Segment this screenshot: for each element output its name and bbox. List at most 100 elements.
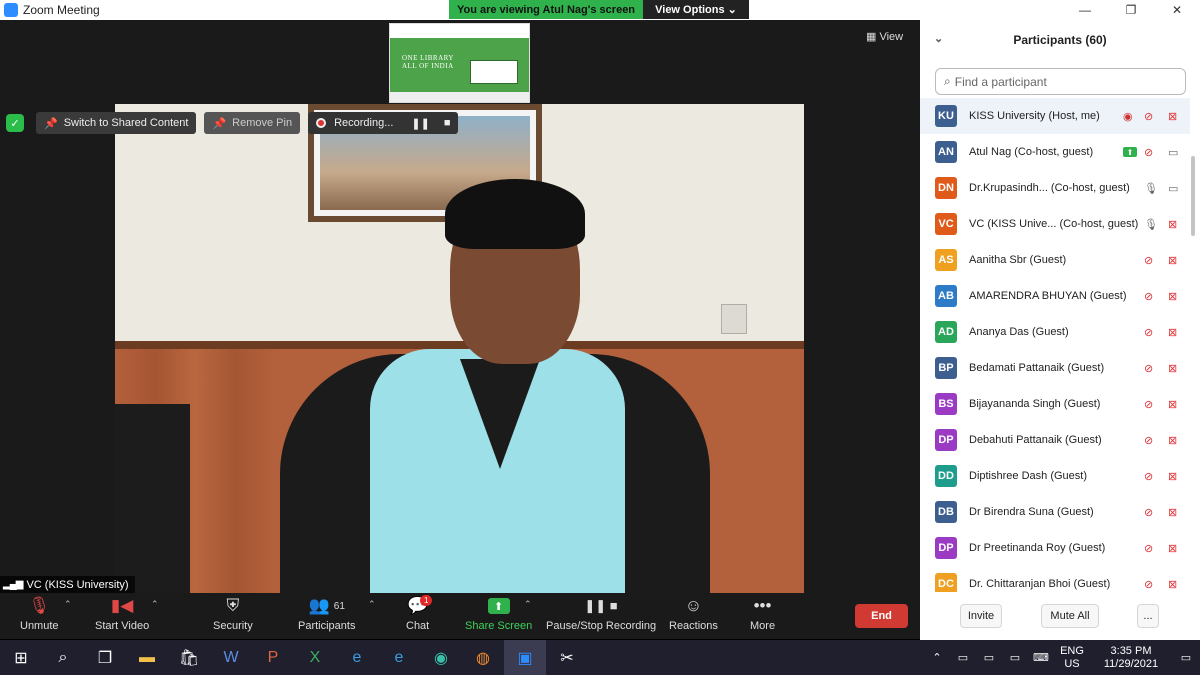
microphone-muted-icon[interactable]: ⊘ [1144,326,1153,339]
microphone-muted-icon[interactable]: ⊘ [1144,362,1153,375]
microphone-muted-icon[interactable]: ⊘ [1144,542,1153,555]
network-device-icon[interactable]: ▭ [950,651,976,664]
internet-explorer-icon[interactable]: e [336,640,378,675]
zoom-taskbar-icon[interactable]: ▣ [504,640,546,675]
word-icon[interactable]: W [210,640,252,675]
participant-row[interactable]: DB Dr Birendra Suna (Guest) ⊘ ⊠ [920,494,1190,530]
input-language[interactable]: ENG US [1054,645,1090,671]
video-off-icon[interactable]: ⊠ [1168,506,1177,519]
show-hidden-icons[interactable]: ⌃ [924,651,950,664]
switch-to-shared-content-label: Switch to Shared Content [63,117,189,129]
keyboard-icon[interactable]: ⌨ [1028,651,1054,664]
microphone-muted-icon[interactable]: ⊘ [1144,290,1153,303]
meeting-stage: ONE LIBRARY ALL OF INDIA ▦ View ✓ 📌 Swit… [0,20,920,593]
video-off-icon[interactable]: ⊠ [1168,434,1177,447]
edge-icon[interactable]: e [378,640,420,675]
participant-row[interactable]: AB AMARENDRA BHUYAN (Guest) ⊘ ⊠ [920,278,1190,314]
participant-row[interactable]: BS Bijayananda Singh (Guest) ⊘ ⊠ [920,386,1190,422]
close-button[interactable]: ✕ [1154,0,1200,20]
video-off-icon[interactable]: ⊠ [1168,470,1177,483]
display-icon[interactable]: ▭ [976,651,1002,664]
remove-pin-button[interactable]: 📌 Remove Pin [204,112,301,134]
reactions-button[interactable]: ☺ Reactions [669,595,718,637]
end-meeting-button[interactable]: End [855,604,908,628]
microphone-muted-icon[interactable]: ⊘ [1144,146,1153,159]
pause-recording-icon[interactable]: ❚❚ [411,117,429,130]
microphone-icon[interactable]: 🎙 [1144,182,1158,195]
participant-name: Dr Preetinanda Roy (Guest) [969,542,1106,554]
microphone-muted-icon[interactable]: ⊘ [1144,110,1153,123]
video-off-icon[interactable]: ⊠ [1168,542,1177,555]
microphone-muted-icon[interactable]: ⊘ [1144,398,1153,411]
video-off-icon[interactable]: ⊠ [1168,110,1177,123]
start-video-button[interactable]: ▮◀ Start Video ⌃ [95,595,159,637]
clock[interactable]: 3:35 PM 11/29/2021 [1090,645,1172,671]
chat-button[interactable]: 💬 1 Chat [406,595,433,637]
participant-row[interactable]: DD Diptishree Dash (Guest) ⊘ ⊠ [920,458,1190,494]
participant-row[interactable]: BP Bedamati Pattanaik (Guest) ⊘ ⊠ [920,350,1190,386]
share-screen-button[interactable]: ⬆ Share Screen ⌃ [465,595,532,637]
participant-row[interactable]: AN Atul Nag (Co-host, guest) ⬆ ⊘ ▭ [920,134,1190,170]
video-off-icon[interactable]: ⊠ [1168,326,1177,339]
unmute-button[interactable]: 🎙 Unmute ⌃ [20,595,72,637]
participants-panel-header: ⌄ Participants (60) [920,20,1200,60]
encryption-shield-icon[interactable]: ✓ [6,114,24,132]
meeting-icon[interactable]: ▭ [1002,651,1028,664]
edge-chromium-icon[interactable]: ◉ [420,640,462,675]
participant-row[interactable]: DP Debahuti Pattanaik (Guest) ⊘ ⊠ [920,422,1190,458]
security-button[interactable]: ⛨ Security [213,595,253,637]
participant-row[interactable]: AS Aanitha Sbr (Guest) ⊘ ⊠ [920,242,1190,278]
microphone-muted-icon[interactable]: ⊘ [1144,506,1153,519]
video-camera-icon[interactable]: ▭ [1168,146,1178,159]
microphone-muted-icon[interactable]: ⊘ [1144,578,1153,591]
participant-row[interactable]: AD Ananya Das (Guest) ⊘ ⊠ [920,314,1190,350]
participant-row[interactable]: VC VC (KISS Unive... (Co-host, guest) 🎙 ⊠ [920,206,1190,242]
snipping-tool-icon[interactable]: ✂ [546,640,588,675]
participant-row[interactable]: KU KISS University (Host, me) ◉ ⊘ ⊠ [920,98,1190,134]
microphone-muted-icon[interactable]: ⊘ [1144,470,1153,483]
excel-icon[interactable]: X [294,640,336,675]
microphone-muted-icon[interactable]: ⊘ [1144,254,1153,267]
participants-options-caret[interactable]: ⌃ [368,599,376,610]
view-options-button[interactable]: View Options ⌄ [643,0,749,19]
video-off-icon[interactable]: ⊠ [1168,218,1177,231]
microphone-icon[interactable]: 🎙 [1144,218,1158,231]
participant-row[interactable]: DN Dr.Krupasindh... (Co-host, guest) 🎙 ▭ [920,170,1190,206]
task-view-icon[interactable]: ❐ [84,640,126,675]
minimize-button[interactable]: — [1062,0,1108,20]
participant-list-scrollbar[interactable] [1190,98,1196,592]
chevron-down-icon[interactable]: ⌄ [934,32,943,45]
more-button[interactable]: ••• More [750,595,775,637]
microphone-muted-icon[interactable]: ⊘ [1144,434,1153,447]
switch-to-shared-content-button[interactable]: 📌 Switch to Shared Content [36,112,197,134]
notification-center-icon[interactable]: ▭ [1172,651,1200,664]
participants-count: 61 [333,600,345,612]
maximize-button[interactable]: ❐ [1108,0,1154,20]
video-options-caret[interactable]: ⌃ [151,599,159,610]
panel-more-button[interactable]: ... [1137,604,1159,628]
video-camera-icon[interactable]: ▭ [1168,182,1178,195]
participant-row[interactable]: DC Dr. Chittaranjan Bhoi (Guest) ⊘ ⊠ [920,566,1190,592]
video-off-icon[interactable]: ⊠ [1168,398,1177,411]
video-off-icon[interactable]: ⊠ [1168,362,1177,375]
view-layout-button[interactable]: ▦ View [866,30,903,43]
video-off-icon[interactable]: ⊠ [1168,290,1177,303]
video-off-icon[interactable]: ⊠ [1168,578,1177,591]
participant-search-input[interactable]: ⌕ Find a participant [935,68,1186,95]
pause-stop-recording-button[interactable]: ❚❚ ■ Pause/Stop Recording [546,595,656,637]
participants-button[interactable]: 👥 61 Participants ⌃ [298,595,376,637]
video-off-icon[interactable]: ⊠ [1168,254,1177,267]
file-explorer-icon[interactable]: ▬ [126,640,168,675]
windows-start-icon[interactable]: ⊞ [0,640,42,675]
audio-options-caret[interactable]: ⌃ [64,599,72,610]
search-icon[interactable]: ⌕ [42,640,84,675]
share-options-caret[interactable]: ⌃ [524,599,532,610]
invite-button[interactable]: Invite [960,604,1002,628]
mute-all-button[interactable]: Mute All [1041,604,1099,628]
store-icon[interactable]: 🛍 [168,640,210,675]
powerpoint-icon[interactable]: P [252,640,294,675]
participant-row[interactable]: DP Dr Preetinanda Roy (Guest) ⊘ ⊠ [920,530,1190,566]
firefox-icon[interactable]: ◍ [462,640,504,675]
stop-recording-icon[interactable]: ■ [444,117,451,130]
shared-content-thumbnail[interactable]: ONE LIBRARY ALL OF INDIA [389,23,530,103]
